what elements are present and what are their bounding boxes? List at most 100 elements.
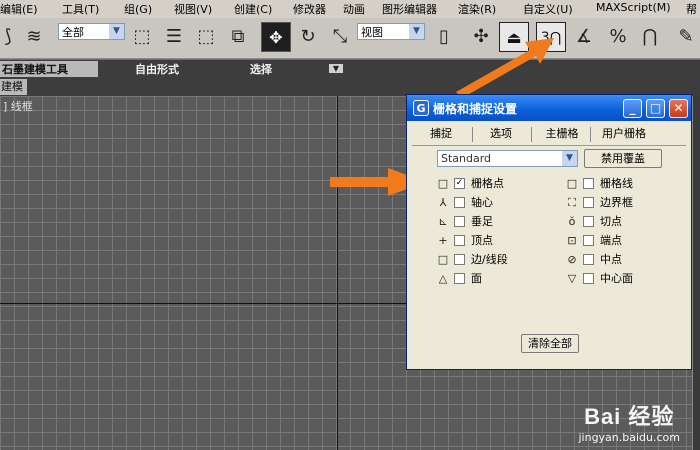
main-toolbar: ⟆ ≋ 全部 ▼ ⬚ ☰ ⬚ ⧉ ✥ ↻ ⤡ 视图 ▼ ▯ ✣ ⏏ 3⋂ ∡ %… (0, 18, 700, 59)
snap-preset-value: Standard (441, 152, 492, 165)
grid-snap-settings-dialog: G 栅格和捕捉设置 _ □ ✕ 捕捉 选项 主栅格 用户栅格 Standard … (406, 94, 692, 370)
tangent-checkbox[interactable] (583, 216, 594, 227)
selection-filter-value: 全部 (62, 26, 84, 39)
chevron-down-icon[interactable]: ▼ (329, 64, 343, 73)
rect-select-region-icon[interactable]: ⬚ (192, 22, 220, 52)
menu-graph-editors[interactable]: 图形编辑器 (382, 1, 437, 17)
tab-home-grid[interactable]: 主栅格 (537, 124, 587, 144)
grid-axis-vertical (337, 96, 338, 450)
reference-coord-value: 视图 (361, 26, 383, 39)
selection-filter-dropdown[interactable]: 全部 ▼ (58, 23, 125, 40)
tab-graphite-modeling[interactable]: 石墨建模工具 (0, 61, 98, 77)
pivot-icon: ⅄ (439, 196, 447, 209)
maximize-icon[interactable]: □ (646, 99, 665, 118)
ribbon-bar: 石墨建模工具 自由形式 选择 ▼ (0, 59, 700, 78)
grid-lines-icon: □ (566, 177, 578, 190)
pivot-checkbox[interactable] (454, 197, 465, 208)
edit-named-selection-icon[interactable]: ✎ (672, 22, 700, 52)
baidu-jingyan-watermark: Bai 经验 jingyan.baidu.com (578, 399, 680, 444)
clear-all-button[interactable]: 清除全部 (521, 334, 579, 353)
center-face-icon: ▽ (567, 272, 577, 285)
tangent-icon: ŏ (568, 215, 576, 228)
tab-options[interactable]: 选项 (479, 124, 523, 144)
select-rotate-icon[interactable]: ↻ (294, 22, 322, 52)
tab-separator (531, 127, 532, 142)
minimize-icon[interactable]: _ (623, 99, 642, 118)
select-by-name-icon[interactable]: ☰ (160, 22, 188, 52)
endpoint-checkbox[interactable] (583, 235, 594, 246)
snap-label: 边/线段 (471, 253, 508, 266)
dialog-title-bar[interactable]: G 栅格和捕捉设置 _ □ ✕ (407, 95, 691, 121)
chevron-down-icon: ▼ (409, 24, 424, 39)
midpoint-checkbox[interactable] (583, 254, 594, 265)
snap-label: 中点 (600, 253, 622, 266)
menu-create[interactable]: 创建(C) (234, 1, 272, 17)
snap-label: 栅格点 (471, 177, 504, 190)
center-face-checkbox[interactable] (583, 273, 594, 284)
dialog-title: 栅格和捕捉设置 (433, 102, 518, 116)
snap-label: 顶点 (471, 234, 493, 247)
select-scale-icon[interactable]: ⤡ (326, 22, 354, 52)
perpendicular-checkbox[interactable] (454, 216, 465, 227)
menu-bar: 编辑(E) 工具(T) 组(G) 视图(V) 创建(C) 修改器 动画 图形编辑… (0, 0, 700, 19)
grid-points-checkbox[interactable]: ✓ (454, 178, 465, 189)
perpendicular-icon: ⊾ (438, 215, 448, 228)
snap-label: 中心面 (600, 272, 633, 285)
menu-tools[interactable]: 工具(T) (62, 1, 99, 17)
menu-maxscript[interactable]: MAXScript(M) (596, 1, 671, 14)
endpoint-icon: ⊡ (567, 234, 577, 247)
tab-snaps[interactable]: 捕捉 (421, 124, 461, 144)
snap-label: 切点 (600, 215, 622, 228)
viewport-label[interactable]: ] 线框 (3, 98, 33, 114)
override-off-button[interactable]: 禁用覆盖 (584, 149, 662, 168)
watermark-url: jingyan.baidu.com (578, 431, 680, 444)
tab-freeform[interactable]: 自由形式 (135, 61, 179, 77)
select-link-icon[interactable]: ⟆ (0, 22, 22, 52)
menu-group[interactable]: 组(G) (124, 1, 152, 17)
app-icon: G (413, 100, 429, 116)
snap-label: 端点 (600, 234, 622, 247)
window-crossing-icon[interactable]: ⧉ (224, 22, 252, 52)
tab-user-grids[interactable]: 用户栅格 (593, 124, 655, 144)
vertex-icon: + (438, 234, 448, 247)
snap-label: 面 (471, 272, 482, 285)
menu-rendering[interactable]: 渲染(R) (458, 1, 496, 17)
vertex-checkbox[interactable] (454, 235, 465, 246)
snap-label: 轴心 (471, 196, 493, 209)
spinner-snap-icon[interactable]: ⋂ (636, 22, 664, 52)
tab-separator (472, 127, 473, 142)
menu-views[interactable]: 视图(V) (174, 1, 212, 17)
select-object-icon[interactable]: ⬚ (128, 22, 156, 52)
snap-label: 栅格线 (600, 177, 633, 190)
bounding-box-icon: ⛶ (568, 196, 576, 209)
close-icon[interactable]: ✕ (669, 99, 688, 118)
grid-lines-checkbox[interactable] (583, 178, 594, 189)
menu-animation[interactable]: 动画 (343, 1, 365, 17)
watermark-logo: Bai 经验 (584, 404, 675, 429)
bounding-box-checkbox[interactable] (583, 197, 594, 208)
menu-edit[interactable]: 编辑(E) (0, 1, 38, 17)
angle-snap-icon[interactable]: ∡ (570, 22, 598, 52)
grid-points-icon: □ (437, 177, 449, 190)
chevron-down-icon: ▼ (109, 24, 124, 39)
menu-modifiers[interactable]: 修改器 (293, 1, 326, 17)
snap-label: 边界框 (600, 196, 633, 209)
face-icon: △ (438, 272, 448, 285)
snap-label: 垂足 (471, 215, 493, 228)
midpoint-icon: ⊘ (567, 253, 577, 266)
menu-help[interactable]: 帮 (686, 1, 697, 17)
snap-preset-dropdown[interactable]: Standard ▼ (437, 150, 578, 167)
panel-modeling[interactable]: 建模 (0, 79, 27, 95)
unlink-icon[interactable]: ≋ (20, 22, 48, 52)
edge-segment-checkbox[interactable] (454, 254, 465, 265)
tab-selection[interactable]: 选择 (250, 61, 272, 77)
percent-snap-icon[interactable]: % (604, 22, 632, 52)
chevron-down-icon: ▼ (562, 151, 577, 166)
menu-customize[interactable]: 自定义(U) (523, 1, 573, 17)
edge-icon: □ (437, 253, 449, 266)
select-move-icon[interactable]: ✥ (261, 22, 291, 52)
annotation-arrow-toolbar (456, 38, 554, 98)
face-checkbox[interactable] (454, 273, 465, 284)
reference-coord-dropdown[interactable]: 视图 ▼ (357, 23, 425, 40)
tab-separator (590, 127, 591, 142)
